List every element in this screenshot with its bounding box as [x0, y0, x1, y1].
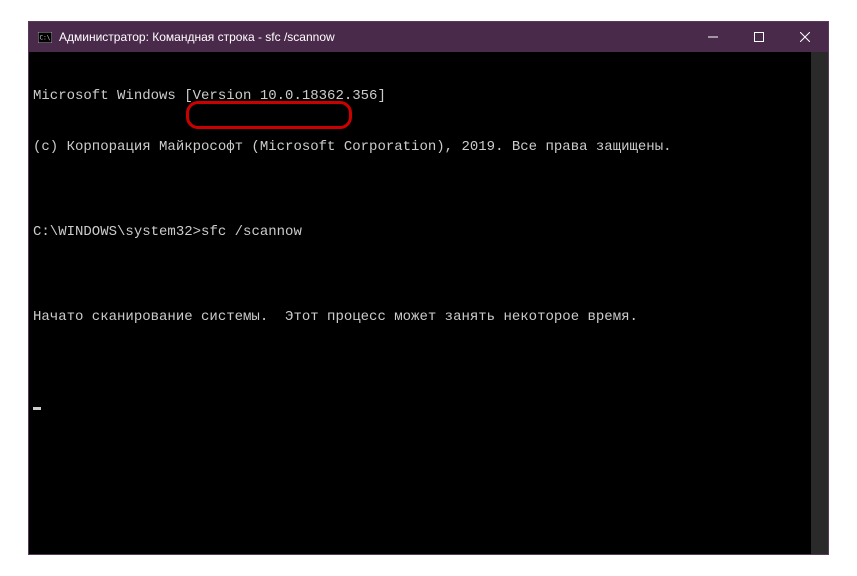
svg-text:C:\: C:\ — [40, 34, 51, 41]
output-line: Начато сканирование системы. Этот процес… — [33, 309, 807, 326]
maximize-button[interactable] — [736, 22, 782, 52]
cursor-line — [33, 394, 807, 411]
cmd-icon: C:\ — [37, 29, 53, 45]
annotation-highlight — [186, 101, 352, 129]
minimize-button[interactable] — [690, 22, 736, 52]
output-line: Microsoft Windows [Version 10.0.18362.35… — [33, 88, 807, 105]
command-prompt-window: C:\ Администратор: Командная строка - sf… — [28, 21, 829, 555]
prompt-gt: > — [193, 224, 201, 240]
window-title: Администратор: Командная строка - sfc /s… — [59, 30, 690, 44]
prompt-path: C:\WINDOWS\system32 — [33, 224, 193, 240]
prompt-line: C:\WINDOWS\system32>sfc /scannow — [33, 224, 807, 241]
cursor-icon — [33, 407, 41, 410]
titlebar[interactable]: C:\ Администратор: Командная строка - sf… — [29, 22, 828, 52]
command-text: sfc /scannow — [201, 224, 302, 240]
terminal-area[interactable]: Microsoft Windows [Version 10.0.18362.35… — [29, 52, 828, 554]
output-line: (c) Корпорация Майкрософт (Microsoft Cor… — [33, 139, 807, 156]
window-controls — [690, 22, 828, 52]
close-button[interactable] — [782, 22, 828, 52]
